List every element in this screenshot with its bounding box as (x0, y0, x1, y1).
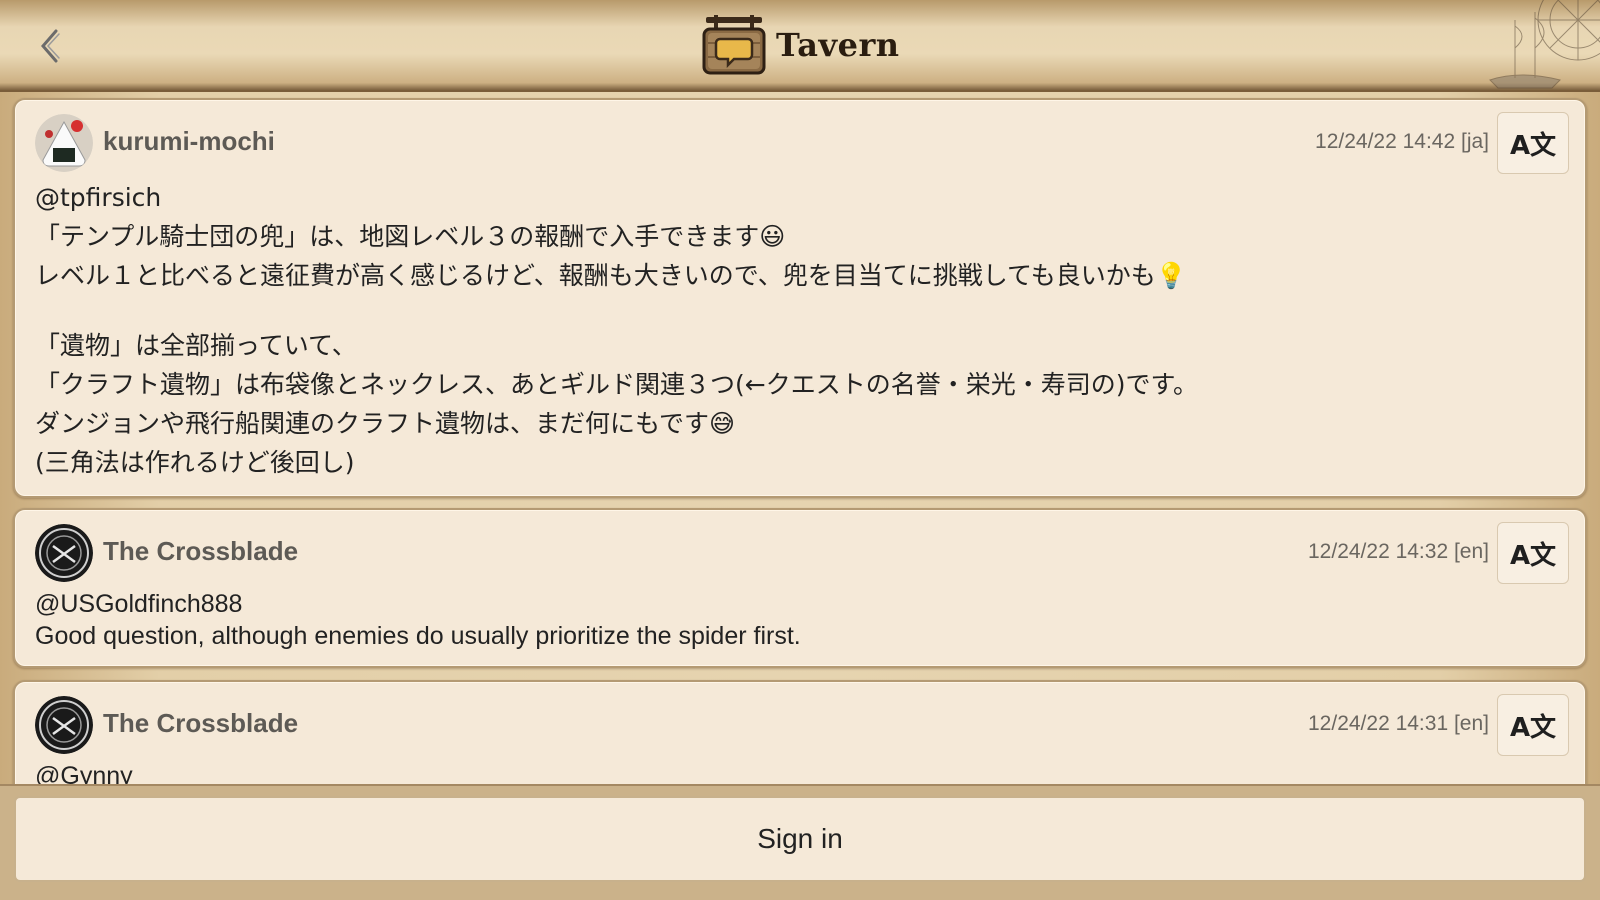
message-line: Good question, although enemies do usual… (35, 622, 801, 650)
message-header: The Crossblade 12/24/22 14:31 [en] A文 (15, 682, 1585, 756)
sign-in-button[interactable]: Sign in (14, 796, 1586, 882)
onigiri-avatar-icon (35, 114, 93, 172)
translate-icon: A文 (1509, 712, 1557, 743)
message-header: The Crossblade 12/24/22 14:32 [en] A文 (15, 510, 1585, 584)
tavern-sign-icon (702, 15, 766, 75)
translate-button[interactable]: A文 (1497, 112, 1569, 174)
crossblade-avatar-icon (35, 524, 93, 582)
username[interactable]: The Crossblade (103, 708, 298, 739)
page-title-group: Tavern (700, 12, 900, 78)
message-line: ダンジョンや飛行船関連のクラフト遺物は、まだ何にもです😅 (35, 409, 736, 438)
username[interactable]: kurumi-mochi (103, 126, 275, 157)
message-line: 「クラフト遺物」は布袋像とネックレス、あとギルド関連３つ(←クエストの名誉・栄光… (35, 370, 1198, 399)
message-line: @tpfirsich (35, 183, 162, 212)
translate-button[interactable]: A文 (1497, 522, 1569, 584)
timestamp: 12/24/22 14:42 [ja] (1315, 130, 1489, 153)
message-card: The Crossblade 12/24/22 14:32 [en] A文 @U… (13, 508, 1587, 668)
app-root: Tavern kurumi-mochi 12/24/22 14:42 [ja] … (0, 0, 1600, 900)
back-button[interactable] (30, 26, 70, 66)
message-body: @tpfirsich 「テンプル騎士団の兜」は、地図レベル３の報酬で入手できます… (15, 170, 1585, 482)
message-line: 「遺物」は全部揃っていて、 (35, 331, 357, 360)
timestamp: 12/24/22 14:32 [en] (1308, 540, 1489, 563)
message-line: (三角法は作れるけど後回し) (35, 448, 355, 477)
chevron-left-icon (41, 29, 60, 63)
top-bar: Tavern (0, 0, 1600, 92)
translate-button[interactable]: A文 (1497, 694, 1569, 756)
message-line (35, 295, 1565, 326)
message-card: The Crossblade 12/24/22 14:31 [en] A文 @G… (13, 680, 1587, 798)
avatar[interactable] (35, 524, 93, 582)
avatar[interactable] (35, 114, 93, 172)
message-line: レベル１と比べると遠征費が高く感じるけど、報酬も大きいので、兜を目当てに挑戦して… (35, 261, 1187, 290)
crossblade-avatar-icon (35, 696, 93, 754)
message-card: kurumi-mochi 12/24/22 14:42 [ja] A文 @tpf… (13, 98, 1587, 498)
page-title: Tavern (776, 26, 900, 64)
translate-icon: A文 (1509, 130, 1557, 161)
footer-bar: Sign in (0, 784, 1600, 900)
ship-decoration-icon (1489, 0, 1600, 89)
avatar[interactable] (35, 696, 93, 754)
message-line: @USGoldfinch888 (35, 590, 243, 618)
message-line: 「テンプル騎士団の兜」は、地図レベル３の報酬で入手できます😃 (35, 222, 786, 251)
message-header: kurumi-mochi 12/24/22 14:42 [ja] A文 (15, 100, 1585, 174)
message-feed[interactable]: kurumi-mochi 12/24/22 14:42 [ja] A文 @tpf… (0, 92, 1600, 798)
username[interactable]: The Crossblade (103, 536, 298, 567)
translate-icon: A文 (1509, 540, 1557, 571)
message-body: @USGoldfinch888 Good question, although … (15, 580, 1585, 652)
timestamp: 12/24/22 14:31 [en] (1308, 712, 1489, 735)
